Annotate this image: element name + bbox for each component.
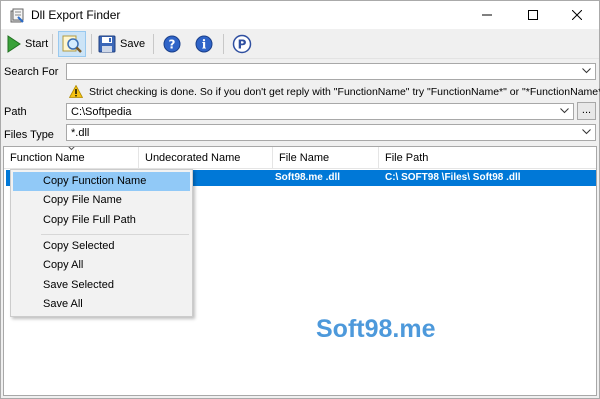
- svg-text:i: i: [202, 38, 207, 52]
- column-header-file-path[interactable]: File Path: [379, 147, 596, 169]
- column-header-undecorated-name[interactable]: Undecorated Name: [139, 147, 273, 169]
- play-icon: [7, 35, 21, 53]
- path-value: C:\Softpedia: [71, 106, 132, 118]
- toolbar-separator: [223, 34, 224, 54]
- app-window: Dll Export Finder Start Save ? i P Searc…: [0, 0, 600, 399]
- save-label: Save: [120, 38, 146, 50]
- menu-item-save-selected[interactable]: Save Selected: [13, 276, 190, 295]
- chevron-down-icon: [582, 129, 591, 135]
- help-button[interactable]: ?: [161, 31, 183, 57]
- svg-text:?: ?: [169, 38, 176, 52]
- context-menu: Copy Function Name Copy File Name Copy F…: [10, 169, 193, 317]
- maximize-button[interactable]: [511, 1, 555, 29]
- search-hint: Strict checking is done. So if you don't…: [69, 85, 600, 98]
- about-icon: P: [232, 34, 252, 54]
- svg-text:P: P: [238, 38, 247, 52]
- help-icon: ?: [163, 35, 181, 53]
- list-header: Function Name Undecorated Name File Name…: [4, 147, 596, 169]
- chevron-down-icon: [582, 68, 591, 74]
- toolbar-separator: [153, 34, 154, 54]
- window-title: Dll Export Finder: [31, 8, 121, 22]
- save-icon: [98, 35, 116, 53]
- column-label: File Path: [385, 152, 429, 164]
- minimize-button[interactable]: [465, 1, 509, 29]
- menu-item-copy-file-name[interactable]: Copy File Name: [13, 191, 190, 210]
- menu-separator: [41, 234, 189, 235]
- start-button[interactable]: Start: [7, 31, 48, 57]
- menu-item-copy-function-name[interactable]: Copy Function Name: [13, 172, 190, 191]
- hint-text: Strict checking is done. So if you don't…: [89, 85, 600, 98]
- search-for-label: Search For: [4, 66, 59, 78]
- search-icon: [62, 35, 82, 53]
- warning-icon: [69, 85, 83, 98]
- start-label: Start: [25, 38, 49, 50]
- column-label: Function Name: [10, 152, 85, 164]
- menu-item-copy-file-full-path[interactable]: Copy File Full Path: [13, 211, 190, 230]
- close-button[interactable]: [555, 1, 599, 29]
- about-button[interactable]: P: [231, 31, 253, 57]
- info-button[interactable]: i: [193, 31, 215, 57]
- chevron-down-icon: [560, 108, 569, 114]
- cell-file-name: Soft98.me .dll: [275, 172, 341, 183]
- search-button[interactable]: [58, 31, 86, 57]
- search-for-combo[interactable]: [66, 63, 596, 80]
- column-label: Undecorated Name: [145, 152, 241, 164]
- cell-file-path: C:\ SOFT98 \Files\ Soft98 .dll: [385, 172, 521, 183]
- menu-item-copy-all[interactable]: Copy All: [13, 256, 190, 275]
- column-header-file-name[interactable]: File Name: [273, 147, 379, 169]
- files-type-label: Files Type: [4, 129, 54, 141]
- info-icon: i: [195, 35, 213, 53]
- path-combo[interactable]: C:\Softpedia: [66, 103, 574, 120]
- minimize-icon: [482, 14, 492, 16]
- close-icon: [572, 10, 582, 20]
- column-header-function-name[interactable]: Function Name: [4, 147, 139, 169]
- maximize-icon: [528, 10, 538, 20]
- files-type-combo[interactable]: *.dll: [66, 124, 596, 141]
- menu-item-copy-selected[interactable]: Copy Selected: [13, 237, 190, 256]
- app-icon: [10, 8, 24, 23]
- column-label: File Name: [279, 152, 330, 164]
- sort-arrow-icon: [68, 147, 75, 151]
- path-label: Path: [4, 106, 27, 118]
- title-bar: Dll Export Finder: [1, 1, 599, 29]
- files-type-value: *.dll: [71, 127, 90, 139]
- browse-button[interactable]: ...: [577, 102, 596, 120]
- toolbar-separator: [52, 34, 53, 54]
- toolbar-separator: [91, 34, 92, 54]
- save-button[interactable]: Save: [98, 31, 145, 57]
- watermark: Soft98.me: [316, 315, 436, 343]
- toolbar: Start Save ? i P: [1, 29, 599, 59]
- menu-item-save-all[interactable]: Save All: [13, 295, 190, 314]
